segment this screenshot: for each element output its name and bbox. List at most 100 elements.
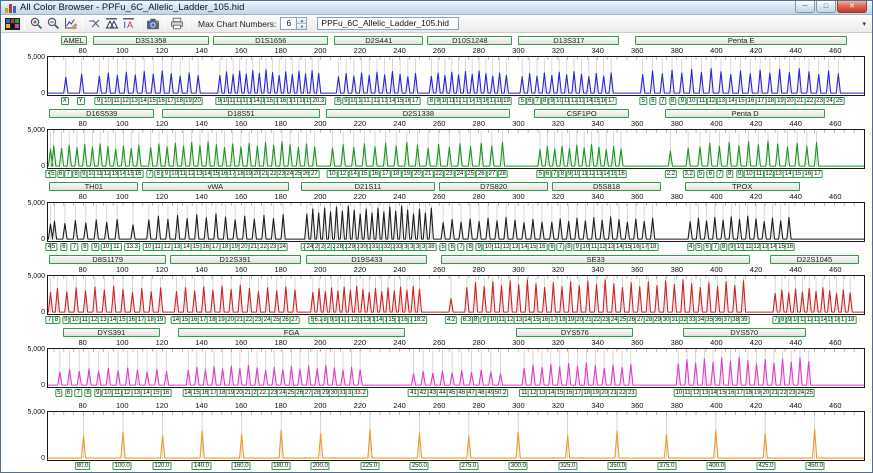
allele-box-9[interactable]: 9: [94, 97, 103, 105]
max-chart-numbers-spinner[interactable]: 6 ▲ ▼: [280, 17, 308, 30]
marker-D12S391[interactable]: D12S391: [169, 255, 301, 264]
allele-box-16[interactable]: 16: [132, 170, 144, 178]
allele-box-12[interactable]: 12: [337, 170, 349, 178]
allele-box-5[interactable]: 5: [518, 97, 527, 105]
allele-box-6[interactable]: 6: [56, 170, 65, 178]
marker-D5S818[interactable]: D5S818: [552, 182, 661, 191]
allele-box-4[interactable]: 4: [687, 243, 695, 251]
allele-box-20[interactable]: 20: [412, 170, 423, 178]
marker-D19S433[interactable]: D19S433: [306, 255, 428, 264]
allele-box-22[interactable]: 22: [433, 170, 444, 178]
allele-box-23[interactable]: 23: [443, 170, 455, 178]
allele-box-25[interactable]: 25: [465, 170, 476, 178]
minimize-button[interactable]: ─: [795, 1, 815, 13]
allele-box-5[interactable]: 5: [639, 97, 647, 105]
allele-box-20.3[interactable]: 20.3: [310, 97, 327, 105]
allele-box-6[interactable]: 6: [64, 389, 73, 397]
allele-box-Y[interactable]: Y: [76, 97, 85, 105]
marker-DYS391[interactable]: DYS391: [62, 328, 160, 337]
allele-box-100.0[interactable]: 100.0: [112, 462, 132, 470]
allele-box-7[interactable]: 7: [457, 243, 465, 251]
allele-box-9[interactable]: 9: [62, 316, 70, 324]
zoom-in-icon[interactable]: [28, 16, 45, 32]
allele-box-17[interactable]: 17: [410, 97, 421, 105]
allele-box-24[interactable]: 24: [454, 170, 466, 178]
allele-box-6[interactable]: 6: [706, 170, 715, 178]
allele-box-450.0[interactable]: 450.0: [805, 462, 825, 470]
allele-box-375.0[interactable]: 375.0: [657, 462, 677, 470]
allele-box-14[interactable]: 14: [348, 170, 359, 178]
blue-chart-area[interactable]: 5,000 0: [27, 54, 865, 97]
allele-box-7[interactable]: 7: [74, 389, 82, 397]
allele-box-200.0[interactable]: 200.0: [310, 462, 330, 470]
allele-box-5[interactable]: 5: [49, 243, 58, 251]
black-chart-area[interactable]: 5,000 0: [27, 200, 865, 243]
allele-box-8[interactable]: 8: [540, 97, 549, 105]
allele-box-160.0[interactable]: 160.0: [231, 462, 251, 470]
allele-box-23[interactable]: 23: [625, 389, 637, 397]
marker-DYS576[interactable]: DYS576: [516, 328, 634, 337]
allele-box-17[interactable]: 17: [380, 170, 391, 178]
allele-box-26[interactable]: 26: [475, 170, 487, 178]
allele-box-19[interactable]: 19: [501, 97, 512, 105]
allele-box-120.0[interactable]: 120.0: [152, 462, 172, 470]
allele-box-25[interactable]: 25: [833, 97, 845, 105]
allele-box-19[interactable]: 19: [154, 316, 166, 324]
allele-box-7[interactable]: 7: [551, 170, 559, 178]
allele-box-5[interactable]: 5: [696, 170, 705, 178]
allele-box-6[interactable]: 6: [526, 97, 534, 105]
marker-D3S1358[interactable]: D3S1358: [92, 36, 210, 45]
allele-box-24[interactable]: 24: [277, 243, 289, 251]
allele-box-80.0[interactable]: 80.0: [74, 462, 91, 470]
red-chart-area[interactable]: 5,000 0: [27, 273, 865, 316]
allele-box-50.2[interactable]: 50.2: [492, 389, 509, 397]
allele-box-8[interactable]: 8: [72, 170, 80, 178]
allele-box-8[interactable]: 8: [84, 389, 92, 397]
allele-box-275.0[interactable]: 275.0: [459, 462, 479, 470]
allele-box-10[interactable]: 10: [326, 170, 338, 178]
marker-TH01[interactable]: TH01: [49, 182, 139, 191]
spinner-down-icon[interactable]: ▼: [297, 23, 307, 29]
allele-box-16[interactable]: 16: [369, 170, 381, 178]
allele-box-17[interactable]: 17: [812, 170, 823, 178]
allele-box-6[interactable]: 6: [448, 243, 456, 251]
allele-box-33.2[interactable]: 33.2: [352, 389, 368, 397]
allele-box-400.0[interactable]: 400.0: [706, 462, 726, 470]
pink-chart-area[interactable]: 5,000 0: [27, 346, 865, 389]
allele-box-8[interactable]: 8: [471, 316, 480, 324]
allele-box-5[interactable]: 5: [49, 170, 57, 178]
allele-box-140.0[interactable]: 140.0: [191, 462, 211, 470]
allele-box-9[interactable]: 9: [735, 170, 744, 178]
allele-box-350.0[interactable]: 350.0: [607, 462, 627, 470]
marker-vWA[interactable]: vWA: [142, 182, 289, 191]
allele-box-7[interactable]: 7: [64, 170, 72, 178]
marker-Penta E[interactable]: Penta E: [635, 36, 848, 45]
allele-box-28[interactable]: 28: [497, 170, 508, 178]
allele-box-16[interactable]: 16: [536, 243, 548, 251]
allele-box-8[interactable]: 8: [558, 170, 566, 178]
allele-box-16[interactable]: 16: [160, 389, 172, 397]
allele-box-7[interactable]: 7: [556, 243, 565, 251]
allele-box-8[interactable]: 8: [466, 243, 474, 251]
allele-box-6[interactable]: 6: [703, 243, 711, 251]
allele-box-8[interactable]: 8: [565, 243, 573, 251]
allele-box-425.0[interactable]: 425.0: [756, 462, 776, 470]
allele-box-19[interactable]: 19: [401, 170, 413, 178]
close-button[interactable]: ✕: [837, 1, 867, 13]
marker-D1S1656[interactable]: D1S1656: [213, 36, 329, 45]
allele-box-7[interactable]: 7: [146, 170, 154, 178]
allele-box-2.2[interactable]: 2.2: [664, 170, 678, 178]
allele-box-250.0[interactable]: 250.0: [409, 462, 429, 470]
marker-TPOX[interactable]: TPOX: [684, 182, 800, 191]
allele-box-5[interactable]: 5: [536, 170, 544, 178]
allele-box-9[interactable]: 9: [678, 97, 687, 105]
marker-FGA[interactable]: FGA: [177, 328, 406, 337]
allele-box-8[interactable]: 8: [154, 170, 162, 178]
green-chart-area[interactable]: 5,000 0: [27, 127, 865, 170]
allele-box-7[interactable]: 7: [711, 243, 720, 251]
marker-D2S1338[interactable]: D2S1338: [326, 109, 511, 118]
allele-box-18[interactable]: 18: [647, 243, 659, 251]
zoom-out-icon[interactable]: [45, 16, 62, 32]
allele-box-5[interactable]: 5: [439, 243, 447, 251]
orange-chart-area[interactable]: 5,000 0: [27, 409, 865, 462]
